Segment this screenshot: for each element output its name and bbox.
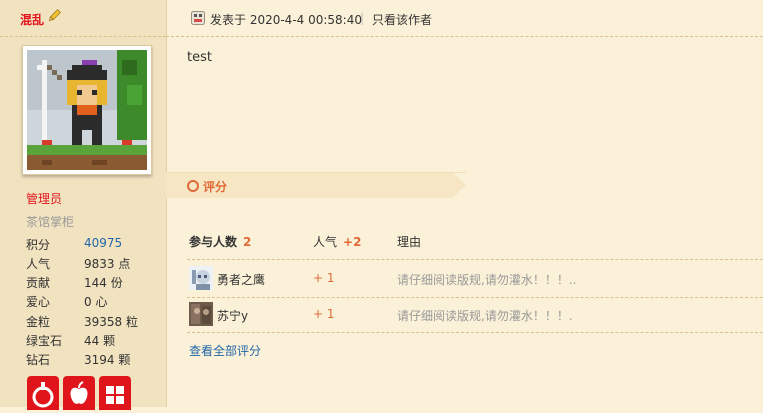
stat-value-link[interactable]: 40975 — [84, 236, 122, 250]
popularity-header: 人气 +2 — [313, 233, 361, 250]
participants-header: 参与人数 2 — [189, 233, 251, 250]
stat-label: 人气 — [26, 257, 51, 271]
user-title: 茶馆掌柜 — [26, 215, 75, 229]
stat-label: 爱心 — [26, 295, 51, 309]
stat-label: 钻石 — [26, 353, 51, 367]
header-separator: | — [360, 11, 365, 25]
only-author-link[interactable]: 只看该作者 — [372, 11, 432, 28]
stat-value: 144 份 — [84, 276, 123, 290]
participants-count: 2 — [243, 235, 252, 249]
username-row: 混乱 — [0, 0, 166, 37]
stat-label: 绿宝石 — [26, 334, 63, 348]
rating-table-header: 参与人数 2 人气 +2 理由 — [187, 221, 763, 260]
user-rank[interactable]: 管理员 — [26, 190, 62, 207]
table-row: 苏宁y + 1 请仔细阅读版规,请勿灌水！！！. — [187, 298, 763, 333]
rater-avatar[interactable] — [189, 302, 213, 326]
rating-title: 评分 — [203, 180, 228, 194]
rater-name-link[interactable]: 苏宁y — [217, 307, 248, 324]
rater-avatar[interactable] — [189, 266, 213, 290]
rating-reason: 请仔细阅读版规,请勿灌水！！！. — [397, 309, 573, 323]
stat-value: 3194 颗 — [84, 353, 131, 367]
stat-value: 39358 粒 — [84, 315, 138, 329]
stat-label: 金粒 — [26, 315, 51, 329]
username-link[interactable]: 混乱 — [20, 11, 44, 28]
popularity-label: 人气 — [313, 235, 338, 249]
reason-header: 理由 — [397, 235, 422, 249]
post-time: 发表于 2020-4-4 00:58:40 — [210, 13, 362, 27]
stat-label: 贡献 — [26, 276, 51, 290]
user-sidebar: 混乱 管理员 茶馆掌柜 积分 40975 人气 9833 点 贡献 144 份 … — [0, 0, 167, 410]
rating-reason: 请仔细阅读版规,请勿灌水！！！.. — [397, 273, 577, 287]
stat-label: 积分 — [26, 238, 51, 252]
popularity-total: +2 — [343, 235, 362, 249]
apple-medal-icon[interactable] — [63, 376, 95, 410]
stat-value: 44 颗 — [84, 334, 116, 348]
view-all-ratings-link[interactable]: 查看全部评分 — [189, 342, 261, 359]
pencil-icon — [47, 9, 61, 26]
rating-score: + 1 — [313, 307, 335, 321]
post-content: test — [187, 50, 212, 65]
table-row: 勇者之鹰 + 1 请仔细阅读版规,请勿灌水！！！.. — [187, 260, 763, 298]
participants-label: 参与人数 — [189, 235, 238, 249]
post-header: 发表于 2020-4-4 00:58:40 | 只看该作者 — [166, 0, 763, 37]
rating-score: + 1 — [313, 271, 335, 285]
stat-value: 0 心 — [84, 295, 108, 309]
online-status-icon — [191, 11, 205, 28]
medal-badge-icon[interactable] — [27, 376, 59, 410]
grid-medal-icon[interactable] — [99, 376, 131, 410]
rating-circle-icon — [187, 180, 199, 192]
avatar[interactable] — [22, 45, 152, 175]
rating-tab: 评分 — [166, 172, 466, 198]
rater-name-link[interactable]: 勇者之鹰 — [217, 271, 265, 288]
stat-value: 9833 点 — [84, 257, 131, 271]
